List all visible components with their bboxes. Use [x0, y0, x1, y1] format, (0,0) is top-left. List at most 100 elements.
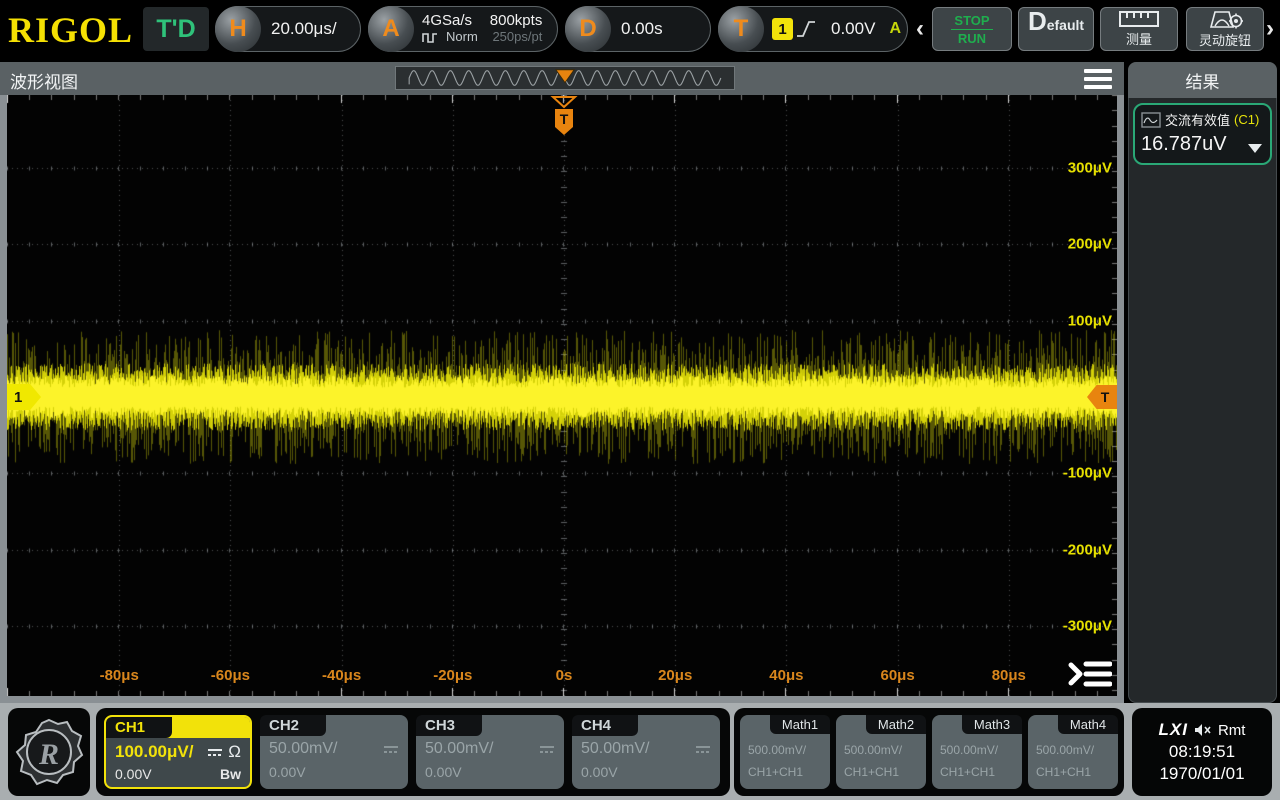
math4-tab[interactable]: Math4: [1058, 715, 1118, 734]
rigol-logo: RIGOL: [8, 9, 133, 51]
default-initial: D: [1028, 8, 1047, 34]
time-tick-label: 80μs: [992, 667, 1026, 684]
trigger-knob-icon[interactable]: T: [718, 6, 764, 52]
channel-card-ch1[interactable]: CH1 100.00μV/ Ω 0.0: [104, 715, 252, 789]
measure-label: 测量: [1126, 29, 1152, 48]
left-scroll-strip[interactable]: [0, 95, 7, 696]
time-tick-label: 40μs: [769, 667, 803, 684]
waveform-canvas[interactable]: [7, 95, 1117, 696]
system-status-card[interactable]: LXI Rmt 08:19:51 1970/01/01: [1132, 708, 1272, 796]
math1-tab[interactable]: Math1: [770, 715, 830, 734]
time-tick-label: -20μs: [433, 667, 472, 684]
trigger-sweep-mode: A: [889, 20, 901, 38]
delay-control[interactable]: D 0.00s: [565, 6, 711, 52]
math-group: Math1 500.00mV/ CH1+CH1 Math2 500.00mV/ …: [734, 708, 1124, 796]
acquire-knob-icon[interactable]: A: [368, 6, 414, 52]
quick-knob-button[interactable]: 灵动旋钮: [1186, 7, 1264, 51]
trigger-level: 0.00V: [817, 19, 875, 39]
delay-knob-icon[interactable]: D: [565, 6, 611, 52]
math3-scale: 500.00mV/: [940, 739, 998, 761]
waveform-view-header: 波形视图: [0, 62, 1124, 95]
trigger-position-marker[interactable]: T: [550, 95, 578, 137]
system-date: 1970/01/01: [1159, 764, 1244, 784]
waveform-view-title: 波形视图: [10, 68, 78, 93]
measurement-value: 16.787uV: [1141, 133, 1264, 156]
trigger-source-badge: 1: [772, 18, 793, 40]
quick-knob-label: 灵动旋钮: [1199, 30, 1251, 49]
ch3-dc-coupling-icon: [539, 744, 555, 754]
channels-group: CH1 100.00μV/ Ω 0.0: [96, 708, 730, 796]
horizontal-knob-icon[interactable]: H: [215, 6, 261, 52]
ch1-tab[interactable]: CH1: [106, 717, 172, 738]
sample-rate: 4GSa/s: [422, 13, 478, 29]
ch1-impedance: Ω: [228, 742, 241, 762]
voltage-tick-label: -300μV: [1063, 617, 1112, 634]
ch1-offset: 0.00V: [115, 766, 152, 782]
expand-menu-icon[interactable]: [1068, 657, 1112, 691]
quick-knob-icon: [1205, 9, 1245, 29]
math4-card[interactable]: Math4 500.00mV/ CH1+CH1: [1028, 715, 1118, 789]
trigger-status-indicator: T'D: [143, 7, 209, 51]
math2-expression: CH1+CH1: [844, 761, 902, 783]
ch2-tab[interactable]: CH2: [260, 715, 326, 736]
time-tick-label: 60μs: [880, 667, 914, 684]
math2-card[interactable]: Math2 500.00mV/ CH1+CH1: [836, 715, 926, 789]
results-panel-title: 结果: [1128, 62, 1277, 98]
bottom-status-bar: R CH1 100.00μV/ Ω: [0, 703, 1280, 800]
stop-label: STOP: [954, 13, 989, 28]
ch4-tab[interactable]: CH4: [572, 715, 638, 736]
bottom-scroll-strip[interactable]: [0, 696, 1124, 703]
math1-expression: CH1+CH1: [748, 761, 806, 783]
math3-expression: CH1+CH1: [940, 761, 998, 783]
toolbar-scroll-right-icon[interactable]: ›: [1266, 17, 1274, 41]
math3-tab[interactable]: Math3: [962, 715, 1022, 734]
ch1-scale: 100.00μV/: [115, 742, 193, 762]
sound-muted-icon[interactable]: [1194, 723, 1212, 737]
default-button[interactable]: Default: [1018, 7, 1094, 51]
overview-trigger-marker[interactable]: [556, 70, 574, 83]
ch3-tab[interactable]: CH3: [416, 715, 482, 736]
rigol-gear-logo-icon: R: [14, 714, 84, 790]
math2-tab[interactable]: Math2: [866, 715, 926, 734]
horizontal-timebase-control[interactable]: H 20.00μs/: [215, 6, 361, 52]
ch4-dc-coupling-icon: [695, 744, 711, 754]
memory-depth: 800kpts: [490, 13, 543, 29]
svg-text:R: R: [38, 738, 59, 771]
system-time: 08:19:51: [1169, 742, 1235, 762]
expand-caret-icon[interactable]: [1248, 144, 1262, 153]
ch4-offset: 0.00V: [581, 764, 618, 780]
channel-card-ch2[interactable]: CH2 50.00mV/ 0.00V: [260, 715, 408, 789]
channel-card-ch4[interactable]: CH4 50.00mV/ 0.00V: [572, 715, 720, 789]
right-scroll-strip[interactable]: [1117, 95, 1124, 696]
ch4-scale: 50.00mV/: [581, 740, 649, 758]
toolbar-scroll-left-icon[interactable]: ‹: [916, 17, 924, 41]
acquire-mode: Norm: [446, 29, 478, 45]
measurement-result-card[interactable]: 交流有效值(C1) 16.787uV: [1133, 103, 1272, 165]
ch1-dc-coupling-icon: [207, 747, 223, 757]
channel-card-ch3[interactable]: CH3 50.00mV/ 0.00V: [416, 715, 564, 789]
timebase-overview-strip[interactable]: [395, 66, 735, 90]
rigol-gear-logo-card[interactable]: R: [8, 708, 90, 796]
trigger-marker-label: T: [1101, 389, 1110, 405]
acquisition-control[interactable]: A 4GSa/s Norm 800kpts 250ps/pt: [368, 6, 558, 52]
waveform-display[interactable]: T 1 T 300μV200μV100μV-100μV-200μV-300μV …: [0, 95, 1124, 703]
pulse-wave-icon: [422, 31, 442, 43]
remote-indicator: Rmt: [1218, 722, 1246, 739]
time-tick-label: -60μs: [211, 667, 250, 684]
results-panel-body: 交流有效值(C1) 16.787uV: [1128, 98, 1277, 703]
stop-run-button[interactable]: STOP RUN: [932, 7, 1012, 51]
trigger-control[interactable]: T 1 0.00V A: [718, 6, 908, 52]
voltage-tick-label: -100μV: [1063, 465, 1112, 482]
measure-button[interactable]: 测量: [1100, 7, 1178, 51]
lxi-logo: LXI: [1159, 720, 1188, 740]
menu-icon[interactable]: [1084, 69, 1112, 93]
math3-card[interactable]: Math3 500.00mV/ CH1+CH1: [932, 715, 1022, 789]
math1-card[interactable]: Math1 500.00mV/ CH1+CH1: [740, 715, 830, 789]
default-rest: efault: [1047, 17, 1084, 33]
ch2-dc-coupling-icon: [383, 744, 399, 754]
math4-expression: CH1+CH1: [1036, 761, 1094, 783]
ch2-offset: 0.00V: [269, 764, 306, 780]
ruler-icon: [1119, 10, 1159, 28]
math2-scale: 500.00mV/: [844, 739, 902, 761]
stop-run-divider: [951, 29, 993, 30]
